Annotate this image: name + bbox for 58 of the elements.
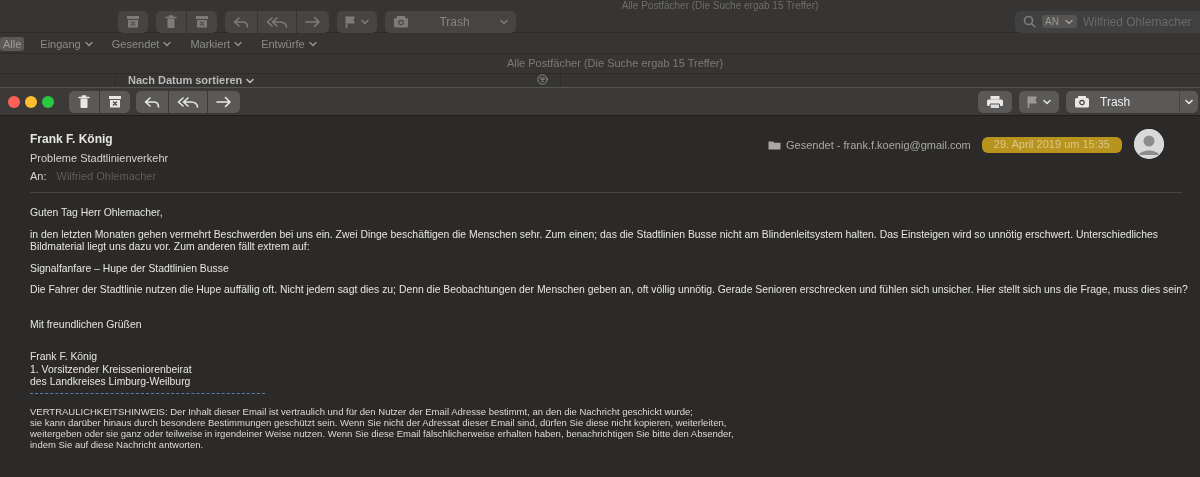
flag-button[interactable]: [337, 10, 377, 33]
zoom-button[interactable]: [42, 95, 54, 108]
chevron-icon: [1043, 98, 1051, 105]
favorites-item[interactable]: Markiert: [187, 36, 246, 51]
favorites-item[interactable]: Entwürfe: [258, 36, 320, 51]
archive-icon: [108, 95, 122, 108]
reply-all-icon: [177, 95, 199, 108]
flag-button[interactable]: [1019, 90, 1059, 113]
delete-button[interactable]: [69, 90, 99, 113]
chevron-icon: [1185, 98, 1193, 105]
chevron-icon: [500, 18, 508, 25]
archive-icon: [126, 15, 140, 28]
reply-icon: [144, 95, 160, 108]
close-button[interactable]: [8, 95, 20, 108]
minimize-button[interactable]: [25, 95, 37, 108]
chevron-icon: [246, 77, 255, 84]
printer-icon: [986, 94, 1004, 109]
body-paragraph: Die Fahrer der Stadtlinie nutzen die Hupe auffällig oft. Nicht jedem sagt dies zu; Denn die Beobachtungen der Menschen geben an, oft völlig unnötig. Gerade Senioren erschrecken und fühlen sich unsicher. Hier stellt sich uns die Frage, muss dies sein?: [30, 284, 1189, 297]
archive-icon: [195, 15, 209, 28]
search-status: Alle Postfächer (Die Suche ergab 15 Treffer): [506, 57, 724, 69]
signature: Frank F. König 1. Vorsitzender Kreisseniorenbeirat des Landkreises Limburg-Weilburg: [30, 351, 193, 389]
recipient-label: An:: [30, 170, 47, 182]
trash-icon: [78, 94, 90, 109]
avatar-icon: [1134, 129, 1164, 159]
greeting: Guten Tag Herr Ohlemacher,: [30, 207, 164, 220]
print-button[interactable]: [978, 90, 1012, 113]
mailbox-account: Gesendet - frank.f.koenig@gmail.com: [786, 139, 971, 151]
sender-name: Frank F. König: [30, 132, 114, 146]
flag-icon: [1027, 95, 1037, 108]
body-paragraph: Signalfanfare – Hupe der Stadtlinien Busse: [30, 262, 230, 275]
reply-all-icon: [266, 15, 288, 28]
disclaimer: VERTRAULICHKEITSHINWEIS: Der Inhalt dieser Email ist vertraulich und für den Nutzer der Email Adresse bestimmt, an den die Nachricht geschickt wurde; sie kann darüber hinaus durch besondere Bestimmungen geschützt sein. Wenn Sie nicht der Adressat dieser Email sind, dürfen Sie diese nicht kopieren, weiterleiten, weitergeben oder sie ganz oder teilweise in irgendeiner Weise nutzen. Wenn Sie diese Email fälschlicherweise erhalten haben, benachrichtigen Sie bitte den Absender, indem Sie auf diese Nachricht antworten.: [30, 405, 735, 450]
chevron-icon: [1064, 18, 1073, 25]
forward-arrow-icon: [216, 95, 232, 108]
reply-all-button[interactable]: [169, 90, 207, 113]
sort-menu[interactable]: Nach Datum sortieren: [128, 74, 255, 87]
subject: Probleme Stadtlinienverkehr: [30, 152, 169, 164]
move-to-mailbox-menu[interactable]: Trash: [385, 10, 516, 33]
favorites-item[interactable]: Gesendet: [108, 36, 175, 51]
reply-icon: [233, 15, 249, 28]
closing-line: Mit freundlichen Grüßen: [30, 318, 143, 331]
trash-icon: [165, 14, 177, 29]
favorites-item[interactable]: Eingang: [37, 36, 96, 51]
search-icon: [1023, 15, 1036, 28]
move-to-mailbox-menu[interactable]: Trash: [1066, 90, 1198, 113]
junk-button[interactable]: [100, 90, 130, 113]
chevron-icon: [361, 18, 369, 25]
folder-icon: [768, 140, 781, 150]
reply-button[interactable]: [136, 90, 168, 113]
forward-button[interactable]: [208, 90, 240, 113]
forward-arrow-icon: [305, 15, 321, 28]
message-date: 29. April 2019 um 15:35: [981, 137, 1122, 153]
filter-icon: [537, 74, 548, 85]
search-token[interactable]: AN: [1042, 15, 1077, 28]
body-paragraph: in den letzten Monaten gehen vermehrt Beschwerden bei uns ein. Zwei Dinge beschäftigen die Menschen sehr. Zum einen; das die Stadtlinien Busse nicht am Blindenleitsystem halten. Das Einsteigen wird so unnötig erschwert. Unterschiedliches Bildmaterial liegt uns dazu vor. Zum anderen fällt extrem auf:: [30, 228, 1159, 254]
flag-icon: [345, 15, 355, 28]
favorites-item[interactable]: Alle: [0, 36, 25, 51]
archive-button[interactable]: [118, 10, 148, 33]
